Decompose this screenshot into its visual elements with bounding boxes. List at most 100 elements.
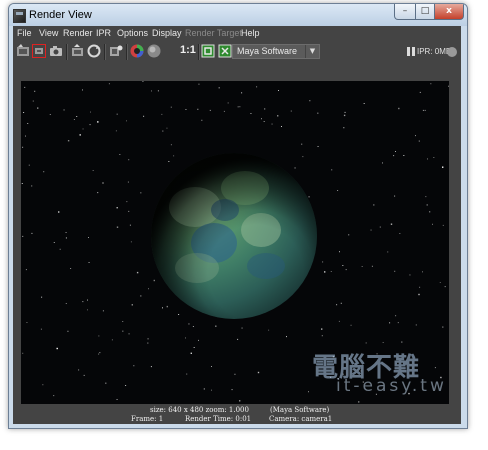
menu-ipr[interactable]: IPR: [96, 28, 111, 38]
star: [40, 328, 42, 330]
menu-display[interactable]: Display: [152, 28, 182, 38]
star: [140, 295, 142, 297]
minimize-button[interactable]: –: [394, 4, 416, 20]
star: [37, 107, 39, 109]
star: [419, 91, 421, 93]
maximize-button[interactable]: □: [415, 4, 435, 20]
star: [429, 211, 431, 213]
star: [28, 164, 30, 166]
refresh-ipr-icon[interactable]: [87, 44, 101, 58]
star: [379, 226, 381, 228]
star: [116, 226, 119, 228]
star: [308, 391, 309, 393]
menu-help[interactable]: Help: [241, 28, 260, 38]
star: [131, 304, 133, 306]
star: [223, 110, 225, 112]
render-settings-icon[interactable]: [109, 44, 123, 58]
star: [290, 110, 292, 112]
menu-render[interactable]: Render: [63, 28, 93, 38]
star: [345, 269, 347, 271]
render-region-icon[interactable]: [32, 44, 46, 58]
star: [424, 109, 426, 111]
star: [70, 268, 72, 269]
star: [415, 135, 416, 137]
star: [150, 366, 152, 368]
star: [330, 271, 332, 272]
ipr-render-icon[interactable]: [71, 44, 85, 58]
star: [168, 161, 170, 162]
star: [344, 111, 346, 113]
menu-file[interactable]: File: [17, 28, 32, 38]
star: [73, 119, 75, 120]
star: [23, 112, 25, 113]
alpha-channel-icon[interactable]: [147, 44, 161, 58]
star: [193, 347, 195, 348]
star: [448, 85, 449, 87]
star: [105, 382, 107, 384]
star: [87, 309, 88, 311]
renderer-dropdown[interactable]: Maya Software ▼: [232, 44, 320, 59]
star: [130, 241, 132, 243]
star: [342, 265, 344, 266]
star: [192, 326, 194, 327]
star: [439, 282, 441, 283]
star: [271, 123, 273, 125]
star: [317, 112, 319, 114]
menu-view[interactable]: View: [39, 28, 58, 38]
star: [398, 107, 400, 110]
star: [211, 389, 212, 391]
rgb-channels-icon[interactable]: [130, 44, 144, 58]
maya-app-icon: [13, 9, 26, 23]
star: [321, 328, 323, 330]
keep-image-icon[interactable]: [201, 44, 215, 58]
star: [393, 155, 395, 157]
star: [161, 113, 163, 115]
star: [166, 127, 168, 129]
star: [25, 135, 26, 137]
star: [201, 119, 203, 121]
star: [126, 120, 127, 122]
pause-icon[interactable]: [404, 44, 418, 58]
star: [99, 352, 101, 354]
title-bar[interactable]: Render View – □ x: [9, 4, 467, 26]
star: [128, 333, 130, 335]
star: [166, 305, 168, 308]
star: [173, 155, 175, 157]
render-size-info: size: 640 x 480 zoom: 1.000: [150, 406, 249, 414]
star: [65, 303, 67, 304]
toolbar-separator: [198, 44, 200, 60]
star: [102, 182, 104, 184]
star: [56, 347, 58, 350]
star: [82, 89, 83, 91]
star: [321, 335, 323, 337]
star: [215, 325, 217, 327]
real-size-button[interactable]: 1:1: [180, 44, 196, 56]
star: [343, 127, 345, 129]
star: [133, 365, 135, 367]
star: [422, 109, 424, 111]
star: [170, 144, 172, 146]
menu-options[interactable]: Options: [117, 28, 148, 38]
redo-render-icon[interactable]: [16, 44, 30, 58]
close-button[interactable]: x: [434, 4, 464, 20]
star: [82, 301, 84, 303]
star: [63, 109, 65, 111]
chevron-down-icon[interactable]: ▼: [305, 45, 319, 58]
star: [162, 130, 164, 132]
star: [147, 342, 149, 344]
star: [185, 109, 187, 110]
star: [140, 192, 142, 194]
star: [25, 269, 27, 271]
star: [343, 114, 346, 117]
star: [348, 234, 350, 236]
star: [32, 100, 34, 102]
star: [188, 323, 190, 325]
star: [370, 229, 372, 231]
star: [387, 251, 389, 253]
snapshot-icon[interactable]: [49, 44, 63, 58]
star: [153, 279, 155, 282]
star: [301, 143, 303, 145]
star: [337, 190, 339, 191]
remove-image-icon[interactable]: [218, 44, 232, 58]
toolbar-separator: [126, 44, 128, 60]
